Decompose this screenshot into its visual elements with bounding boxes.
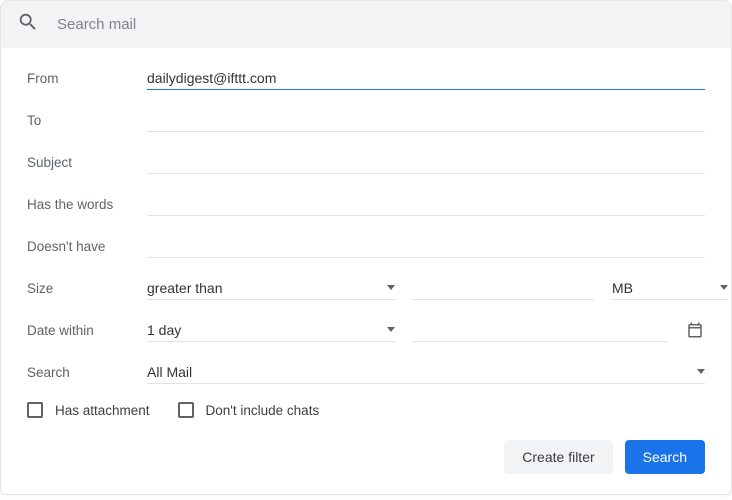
date-value-input[interactable] <box>413 319 667 342</box>
date-range-dropdown[interactable]: 1 day <box>147 319 395 342</box>
row-search-scope: Search All Mail <box>27 360 705 384</box>
size-unit-dropdown[interactable]: MB <box>612 277 728 300</box>
chevron-down-icon <box>387 285 395 290</box>
exclude-chats-label: Don't include chats <box>206 403 320 418</box>
create-filter-button[interactable]: Create filter <box>504 440 612 474</box>
label-not-have: Doesn't have <box>27 239 147 254</box>
row-from: From <box>27 66 705 90</box>
checkbox-box <box>27 402 43 418</box>
label-search-scope: Search <box>27 365 147 380</box>
subject-input[interactable] <box>147 151 705 174</box>
has-attachment-label: Has attachment <box>55 403 150 418</box>
label-to: To <box>27 113 147 128</box>
search-input[interactable] <box>57 16 715 33</box>
label-subject: Subject <box>27 155 147 170</box>
search-button[interactable]: Search <box>625 440 705 474</box>
date-range-value: 1 day <box>147 322 181 338</box>
search-scope-value: All Mail <box>147 364 192 380</box>
has-attachment-checkbox[interactable]: Has attachment <box>27 402 150 418</box>
checkbox-row: Has attachment Don't include chats <box>27 402 705 418</box>
row-size: Size greater than MB <box>27 276 705 300</box>
checkbox-box <box>178 402 194 418</box>
label-from: From <box>27 71 147 86</box>
row-to: To <box>27 108 705 132</box>
size-comparator-dropdown[interactable]: greater than <box>147 277 395 300</box>
search-icon <box>17 11 39 38</box>
not-have-input[interactable] <box>147 235 705 258</box>
has-words-input[interactable] <box>147 193 705 216</box>
to-input[interactable] <box>147 109 705 132</box>
label-date-within: Date within <box>27 323 147 338</box>
from-input[interactable] <box>147 67 705 90</box>
size-value-input[interactable] <box>413 277 594 300</box>
chevron-down-icon <box>720 285 728 290</box>
calendar-icon[interactable] <box>685 321 705 339</box>
row-has-words: Has the words <box>27 192 705 216</box>
row-not-have: Doesn't have <box>27 234 705 258</box>
search-scope-dropdown[interactable]: All Mail <box>147 361 705 384</box>
size-comparator-value: greater than <box>147 280 223 296</box>
row-subject: Subject <box>27 150 705 174</box>
row-date-within: Date within 1 day <box>27 318 705 342</box>
advanced-search-panel: From To Subject Has the words Doesn't ha… <box>0 48 732 495</box>
label-size: Size <box>27 281 147 296</box>
chevron-down-icon <box>697 369 705 374</box>
size-unit-value: MB <box>612 280 633 296</box>
search-bar <box>0 0 732 48</box>
chevron-down-icon <box>387 327 395 332</box>
label-has-words: Has the words <box>27 197 147 212</box>
exclude-chats-checkbox[interactable]: Don't include chats <box>178 402 320 418</box>
action-buttons: Create filter Search <box>27 440 705 474</box>
